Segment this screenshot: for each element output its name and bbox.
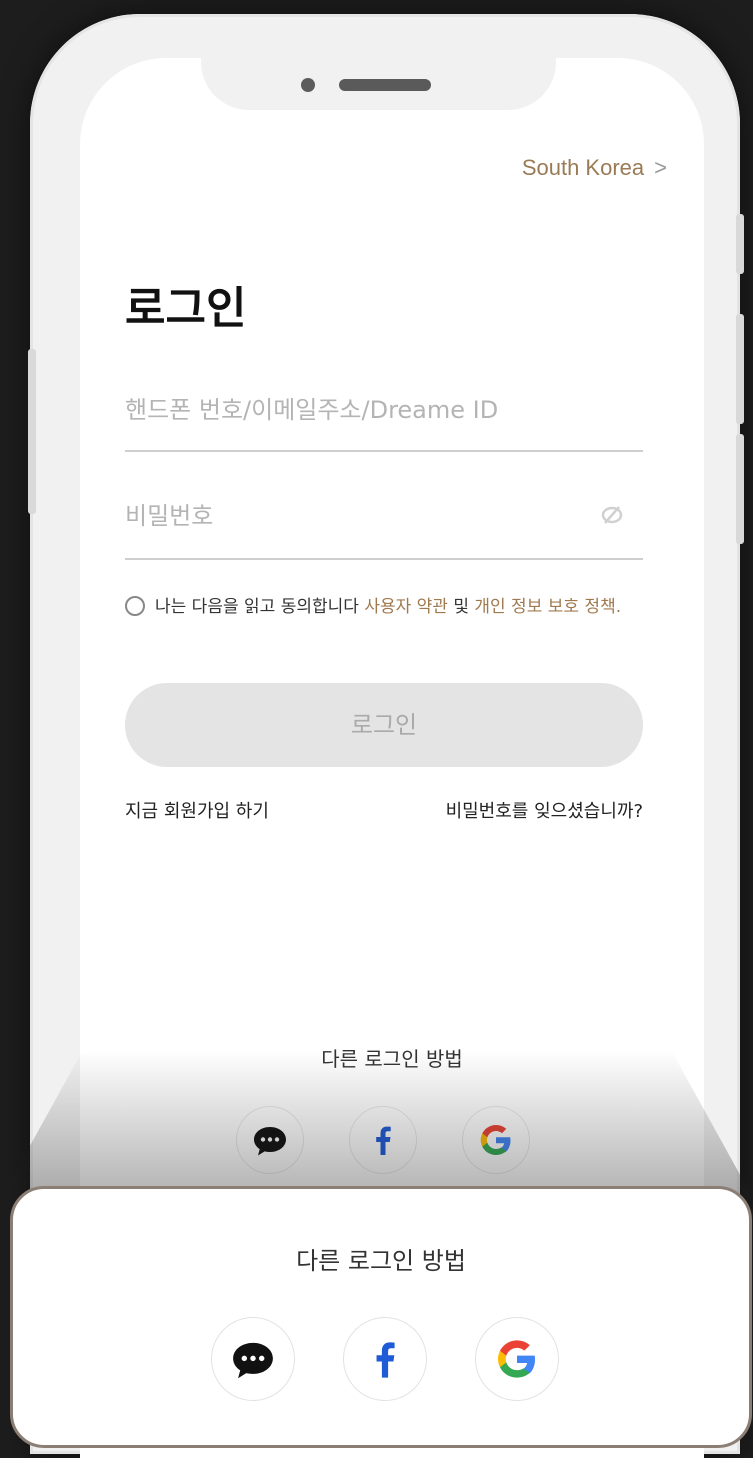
privacy-link[interactable]: 개인 정보 보호 정책. (474, 597, 621, 617)
account-input[interactable]: 핸드폰 번호/이메일주소/Dreame ID (125, 396, 498, 424)
card-title: 다른 로그인 방법 (296, 1247, 466, 1275)
agreement-prefix: 나는 다음을 읽고 동의합니다 (155, 597, 359, 617)
password-field[interactable]: 비밀번호 (125, 496, 643, 560)
account-field[interactable]: 핸드폰 번호/이메일주소/Dreame ID (125, 390, 643, 452)
card-google-login-button[interactable] (475, 1317, 559, 1401)
chat-icon (233, 1342, 273, 1379)
login-button[interactable]: 로그인 (125, 683, 643, 767)
phone-side-button-1 (736, 214, 744, 274)
agreement-and: 및 (453, 597, 469, 617)
google-icon (497, 1340, 536, 1378)
chevron-right-icon: > (654, 155, 667, 180)
phone-notch (201, 58, 556, 110)
agreement-row: 나는 다음을 읽고 동의합니다 사용자 약관 및 개인 정보 보호 정책. (125, 596, 645, 618)
password-input[interactable]: 비밀번호 (125, 502, 213, 530)
agree-radio[interactable] (125, 596, 145, 616)
eye-hidden-icon[interactable] (601, 504, 623, 526)
card-chat-login-button[interactable] (211, 1317, 295, 1401)
other-login-card: 다른 로그인 방법 (10, 1186, 752, 1448)
card-facebook-login-button[interactable] (343, 1317, 427, 1401)
signup-link[interactable]: 지금 회원가입 하기 (125, 797, 269, 823)
overlay-fade (0, 1050, 753, 1200)
page-title: 로그인 (125, 283, 247, 334)
forgot-password-link[interactable]: 비밀번호를 잊으셨습니까? (446, 797, 643, 823)
speaker (339, 79, 431, 91)
phone-volume-button (28, 349, 36, 514)
region-label: South Korea (521, 155, 645, 180)
phone-side-button-3 (736, 434, 744, 544)
region-selector[interactable]: South Korea > (522, 155, 667, 181)
terms-link[interactable]: 사용자 약관 (364, 597, 448, 617)
facebook-icon (376, 1342, 395, 1378)
camera (301, 78, 315, 92)
phone-side-button-2 (736, 314, 744, 424)
